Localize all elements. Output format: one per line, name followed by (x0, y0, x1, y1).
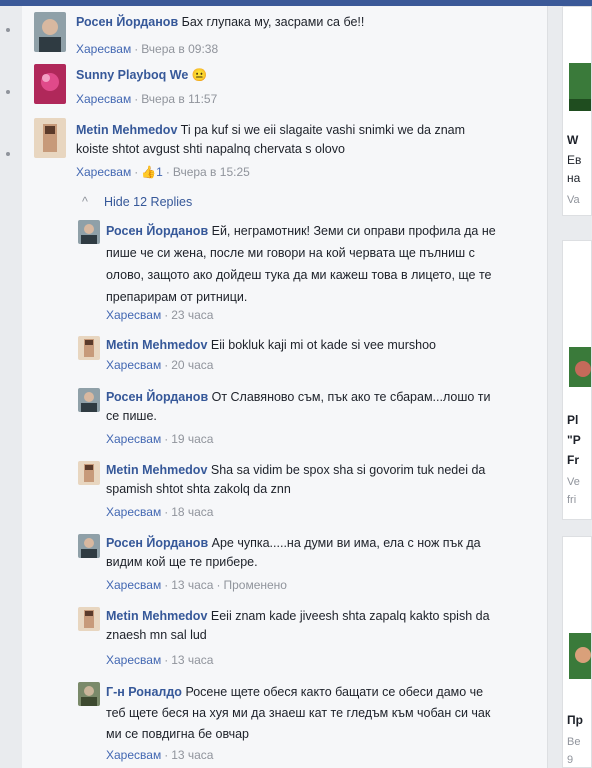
like-count[interactable]: 1 (156, 165, 163, 179)
hide-replies-label[interactable]: Hide 12 Replies (104, 195, 192, 209)
like-link[interactable]: Харесвам (106, 308, 161, 322)
chevron-up-icon: ^ (82, 195, 88, 209)
card-line: на (567, 171, 581, 185)
like-link[interactable]: Харесвам (76, 92, 131, 106)
avatar[interactable] (34, 12, 66, 52)
card-meta: Va (567, 194, 580, 206)
comment-text: Бах глупака му, засрами са бе!! (181, 15, 365, 29)
reply-actions: Харесвам · 13 часа · Променено (106, 578, 287, 592)
like-link[interactable]: Харесвам (106, 358, 161, 372)
reply-actions: Харесвам · 20 часа (106, 358, 214, 372)
like-link[interactable]: Харесвам (106, 578, 161, 592)
like-link[interactable]: Харесвам (106, 748, 161, 762)
like-link[interactable]: Харесвам (76, 42, 131, 56)
comment-actions: Харесвам · 👍1 · Вчера в 15:25 (76, 165, 250, 179)
comment-author[interactable]: Metin Mehmedov (76, 123, 177, 137)
reply: Metin Mehmedov Eeii znam kade jiveesh sh… (78, 607, 518, 667)
reply-actions: Харесвам · 23 часа (106, 308, 214, 322)
sidebar-card[interactable]: W Ев на Va (562, 6, 592, 216)
reply: Metin Mehmedov Sha sa vidim be spox sha … (78, 461, 518, 521)
right-sidebar: W Ев на Va Pl "P Fr Ve fri Пр Ве 9 (548, 6, 592, 768)
avatar[interactable] (34, 64, 66, 104)
sidebar-card[interactable]: Pl "P Fr Ve fri (562, 240, 592, 520)
reply-time[interactable]: 23 часа (171, 308, 213, 322)
left-dot (6, 90, 10, 94)
like-link[interactable]: Харесвам (106, 653, 161, 667)
card-meta: Ve (567, 476, 580, 488)
reply-author[interactable]: Росен Йорданов (106, 224, 208, 238)
reply: Росен Йорданов Ей, неграмотник! Земи си … (78, 220, 518, 324)
reply: Росен Йорданов Аре чупка.....на думи ви … (78, 534, 518, 594)
reply-actions: Харесвам · 19 часа (106, 432, 214, 446)
comment-time[interactable]: Вчера в 15:25 (173, 165, 250, 179)
avatar[interactable] (78, 534, 100, 558)
like-link[interactable]: Харесвам (106, 505, 161, 519)
like-link[interactable]: Харесвам (76, 165, 131, 179)
left-dot (6, 28, 10, 32)
card-title[interactable]: Pl (567, 411, 578, 429)
sidebar-card[interactable]: Пр Ве 9 (562, 536, 592, 768)
reply-author[interactable]: Metin Mehmedov (106, 463, 207, 477)
reply-author[interactable]: Росен Йорданов (106, 390, 208, 404)
left-dot (6, 152, 10, 156)
comment-actions: Харесвам · Вчера в 11:57 (76, 92, 218, 106)
comment: Sunny Playboq We 😐 Харесвам · Вчера в 11:5… (34, 64, 534, 112)
comment-author[interactable]: Sunny Playboq We (76, 68, 188, 82)
emoji: 😐 (191, 68, 208, 82)
comment-author[interactable]: Росен Йорданов (76, 15, 178, 29)
card-meta: fri (567, 494, 577, 506)
like-link[interactable]: Харесвам (106, 432, 161, 446)
avatar[interactable] (78, 336, 100, 360)
card-image (567, 13, 591, 121)
hide-replies-link[interactable]: ^ Hide 12 Replies (82, 195, 192, 209)
thumbs-up-icon[interactable]: 👍 (141, 165, 156, 179)
reply-time[interactable]: 18 часа (171, 505, 213, 519)
card-title[interactable]: W (567, 131, 578, 149)
comments-panel: Росен Йорданов Бах глупака му, засрами с… (22, 6, 548, 768)
comment-time[interactable]: Вчера в 09:38 (141, 42, 218, 56)
avatar[interactable] (78, 388, 100, 412)
reply: Росен Йорданов От Славяново съм, пък ако… (78, 388, 518, 448)
avatar[interactable] (34, 118, 66, 158)
card-image (567, 543, 591, 683)
reply-time[interactable]: 20 часа (171, 358, 213, 372)
avatar[interactable] (78, 220, 100, 244)
comment: Metin Mehmedov Ti pa kuf si we eii slaga… (34, 118, 534, 188)
reply-time[interactable]: 13 часа (171, 748, 213, 762)
comment-actions: Харесвам · Вчера в 09:38 (76, 42, 219, 56)
reply: Г-н Роналдо Росене щете обеся както баща… (78, 682, 518, 766)
reply-author[interactable]: Росен Йорданов (106, 536, 208, 550)
edited-label[interactable]: Променено (223, 578, 287, 592)
avatar[interactable] (78, 461, 100, 485)
card-meta: Ве (567, 736, 581, 748)
reply-actions: Харесвам · 13 часа (106, 653, 214, 667)
comment: Росен Йорданов Бах глупака му, засрами с… (34, 12, 534, 60)
reply-author[interactable]: Г-н Роналдо (106, 685, 182, 699)
left-strip (0, 6, 22, 768)
reply-actions: Харесвам · 18 часа (106, 505, 214, 519)
reply: Metin Mehmedov Eii bokluk kaji mi ot kad… (78, 336, 518, 376)
card-image (567, 247, 591, 397)
reply-time[interactable]: 13 часа (171, 653, 213, 667)
avatar[interactable] (78, 682, 100, 706)
card-line: Fr (567, 453, 579, 467)
reply-text: Eii bokluk kaji mi ot kade si vee mursho… (210, 338, 436, 352)
card-line: Ев (567, 153, 582, 167)
reply-author[interactable]: Metin Mehmedov (106, 338, 207, 352)
comment-time[interactable]: Вчера в 11:57 (141, 92, 217, 106)
avatar[interactable] (78, 607, 100, 631)
reply-author[interactable]: Metin Mehmedov (106, 609, 207, 623)
reply-actions: Харесвам · 13 часа (106, 748, 214, 762)
card-line: "P (567, 433, 581, 447)
reply-time[interactable]: 13 часа (171, 578, 213, 592)
card-meta: 9 (567, 754, 574, 766)
card-title[interactable]: Пр (567, 711, 583, 729)
reply-time[interactable]: 19 часа (171, 432, 213, 446)
